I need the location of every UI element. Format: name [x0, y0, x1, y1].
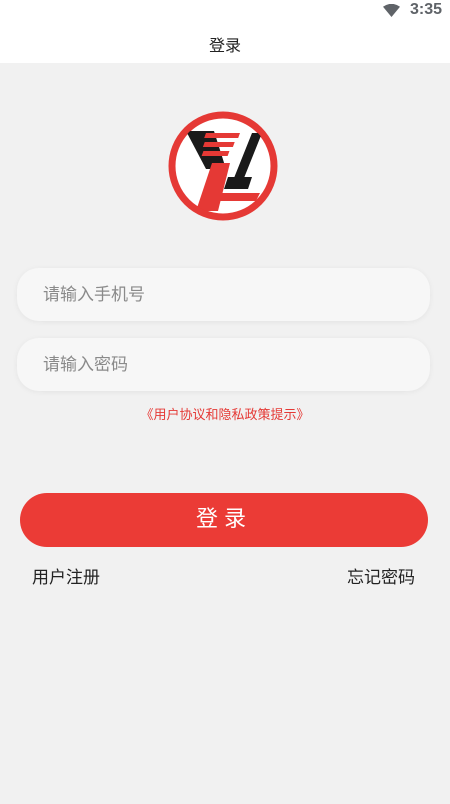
- status-bar: 3:35: [0, 0, 450, 22]
- register-link[interactable]: 用户注册: [32, 563, 100, 588]
- status-time: 3:35: [409, 1, 442, 18]
- app-logo: [168, 111, 278, 221]
- login-button[interactable]: 登录: [20, 493, 428, 547]
- phone-field[interactable]: [17, 268, 430, 321]
- wifi-icon: [383, 4, 400, 17]
- password-field[interactable]: [17, 338, 430, 391]
- forgot-password-link[interactable]: 忘记密码: [347, 563, 415, 588]
- password-input[interactable]: [43, 338, 413, 391]
- phone-input[interactable]: [43, 268, 413, 321]
- page-title: 登录: [208, 36, 241, 55]
- title-bar: 登录: [0, 22, 450, 63]
- agreement-link[interactable]: 《用户协议和隐私政策提示》: [0, 404, 450, 423]
